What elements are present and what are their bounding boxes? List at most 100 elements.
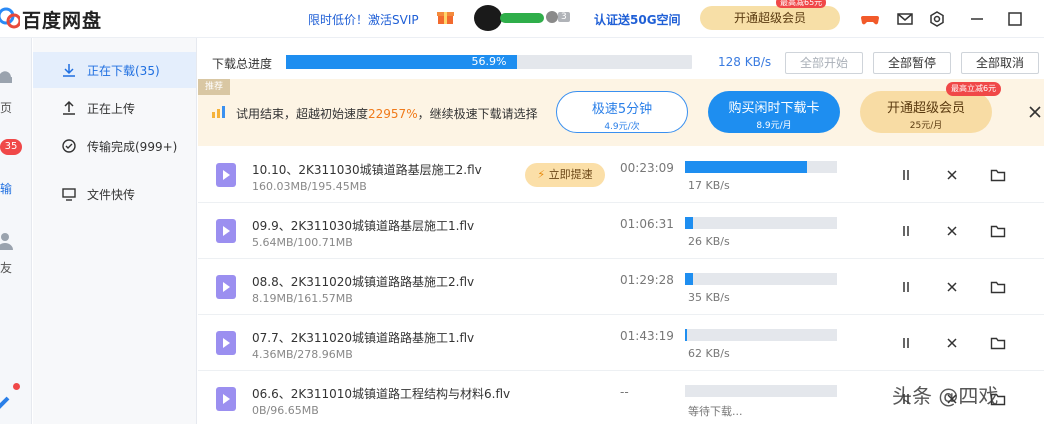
row-progress-fill — [685, 329, 688, 341]
username-redacted — [500, 13, 544, 23]
total-progress-percent: 56.9% — [471, 55, 507, 68]
sidebar-item-uploading[interactable]: 正在上传 — [33, 90, 196, 126]
file-name: 06.6、2K311010城镇道路工程结构与材料6.flv — [252, 387, 511, 401]
folder-icon[interactable] — [990, 223, 1006, 239]
svip-promo-link[interactable]: 限时低价！激活SVIP — [308, 11, 419, 28]
idle-card-price: 8.9元/月 — [756, 121, 792, 131]
boost-label: 立即提速 — [548, 168, 593, 181]
sidebar-item-label: 正在下载(35) — [87, 63, 160, 78]
speedup-promo-banner: 推荐 试用结束，超越初始速度22957%，继续极速下载请选择 极速5分钟 4.9… — [198, 79, 1044, 146]
file-name: 10.10、2K311030城镇道路基层施工2.flv — [252, 163, 482, 177]
speed-5min-price: 4.9元/次 — [604, 122, 640, 132]
pause-icon[interactable] — [898, 279, 914, 295]
file-size: 160.03MB/195.45MB — [252, 180, 367, 193]
row-progress-fill — [685, 217, 693, 229]
user-avatar[interactable] — [474, 5, 502, 31]
video-file-icon — [216, 387, 236, 411]
check-circle-icon — [62, 139, 76, 153]
cancel-icon[interactable] — [944, 279, 960, 295]
row-progress-bar — [685, 329, 837, 341]
total-speed: 128 KB/s — [718, 55, 772, 69]
pause-icon[interactable] — [898, 335, 914, 351]
row-progress-bar — [685, 273, 837, 285]
gift-icon[interactable] — [437, 9, 454, 25]
cancel-icon[interactable] — [944, 223, 960, 239]
minimize-icon[interactable] — [967, 9, 987, 29]
download-row[interactable]: 10.10、2K311030城镇道路基层施工2.flv 160.03MB/195… — [198, 147, 1044, 203]
open-vip-button[interactable]: 开通超级会员 — [700, 6, 840, 30]
left-nav-strip: 页 35 输 友 — [0, 38, 32, 424]
maximize-icon[interactable] — [1005, 9, 1025, 29]
video-file-icon — [216, 219, 236, 243]
cancel-icon[interactable] — [944, 167, 960, 183]
video-file-icon — [216, 275, 236, 299]
row-progress-fill — [685, 273, 693, 285]
monitor-icon — [62, 188, 76, 201]
row-progress-bar — [685, 385, 837, 397]
banner-text-suffix: ，继续极速下载请选择 — [417, 107, 538, 121]
row-progress-bar — [685, 161, 837, 173]
file-name: 09.9、2K311030城镇道路基层施工1.flv — [252, 219, 475, 233]
super-vip-title: 开通超级会员 — [886, 101, 965, 116]
watermark: 头条 @四戏 — [892, 384, 999, 408]
download-icon — [63, 64, 75, 77]
app-brand: 百度网盘 — [22, 10, 103, 32]
cancel-all-button[interactable]: 全部取消 — [961, 52, 1039, 74]
time-remaining: -- — [620, 385, 629, 399]
folder-icon[interactable] — [990, 279, 1006, 295]
super-vip-discount-badge: 最高立减6元 — [946, 82, 1002, 96]
banner-message: 试用结束，超越初始速度22957%，继续极速下载请选择 — [236, 105, 538, 122]
video-file-icon — [216, 163, 236, 187]
friends-icon[interactable] — [0, 232, 14, 250]
pause-icon[interactable] — [898, 167, 914, 183]
super-vip-price: 25元/月 — [909, 121, 943, 131]
file-name: 08.8、2K311020城镇道路路基施工2.flv — [252, 275, 475, 289]
speed-5min-title: 极速5分钟 — [591, 102, 653, 117]
tool-icon[interactable] — [0, 390, 12, 414]
video-file-icon — [216, 331, 236, 355]
certify-link[interactable]: 认证送50G空间 — [594, 11, 681, 28]
file-size: 8.19MB/161.57MB — [252, 292, 353, 305]
cloud-icon[interactable] — [0, 66, 12, 86]
notification-dot — [13, 383, 20, 390]
sidebar-item-label: 文件快传 — [87, 187, 136, 202]
time-remaining: 01:06:31 — [620, 217, 674, 231]
time-remaining: 00:23:09 — [620, 161, 674, 175]
idle-card-button[interactable]: 购买闲时下载卡 8.9元/月 — [708, 91, 840, 133]
settings-icon[interactable] — [927, 9, 947, 29]
time-remaining: 01:43:19 — [620, 329, 674, 343]
lightning-icon: ⚡ — [537, 168, 546, 181]
row-progress-bar — [685, 217, 837, 229]
sidebar-item-downloading[interactable]: 正在下载(35) — [33, 52, 196, 88]
vip-discount-badge: 最高减65元 — [776, 0, 827, 8]
pause-icon[interactable] — [898, 223, 914, 239]
sidebar-item-quick-transfer[interactable]: 文件快传 — [33, 176, 196, 212]
strip-label-transfer[interactable]: 输 — [0, 180, 12, 197]
speed-bars-icon — [212, 106, 225, 118]
pause-all-button[interactable]: 全部暂停 — [873, 52, 951, 74]
download-row[interactable]: 07.7、2K311020城镇道路路基施工1.flv 4.36MB/278.96… — [198, 315, 1044, 371]
banner-highlight-percent: 22957% — [368, 107, 418, 121]
idle-card-title: 购买闲时下载卡 — [728, 101, 820, 116]
file-size: 5.64MB/100.71MB — [252, 236, 353, 249]
coin-icon — [546, 11, 558, 23]
row-speed: 等待下载... — [688, 405, 743, 418]
row-speed: 62 KB/s — [688, 347, 730, 360]
boost-speed-button[interactable]: ⚡ 立即提速 — [525, 163, 605, 187]
folder-icon[interactable] — [990, 335, 1006, 351]
folder-icon[interactable] — [990, 167, 1006, 183]
speed-5min-button[interactable]: 极速5分钟 4.9元/次 — [556, 91, 688, 133]
mail-icon[interactable] — [895, 9, 915, 29]
total-progress-bar: 56.9% — [286, 55, 692, 69]
cancel-icon[interactable] — [944, 335, 960, 351]
strip-label-home: 页 — [0, 101, 13, 115]
download-row[interactable]: 09.9、2K311030城镇道路基层施工1.flv 5.64MB/100.71… — [198, 203, 1044, 259]
close-icon[interactable] — [1029, 106, 1041, 118]
download-row[interactable]: 08.8、2K311020城镇道路路基施工2.flv 8.19MB/161.57… — [198, 259, 1044, 315]
sidebar-item-label: 传输完成(999+) — [87, 139, 178, 154]
super-vip-button[interactable]: 开通超级会员 25元/月 — [860, 91, 992, 133]
upload-icon — [63, 100, 75, 115]
start-all-button[interactable]: 全部开始 — [785, 52, 863, 74]
sidebar-item-completed[interactable]: 传输完成(999+) — [33, 128, 196, 164]
gamepad-icon[interactable] — [860, 9, 880, 29]
